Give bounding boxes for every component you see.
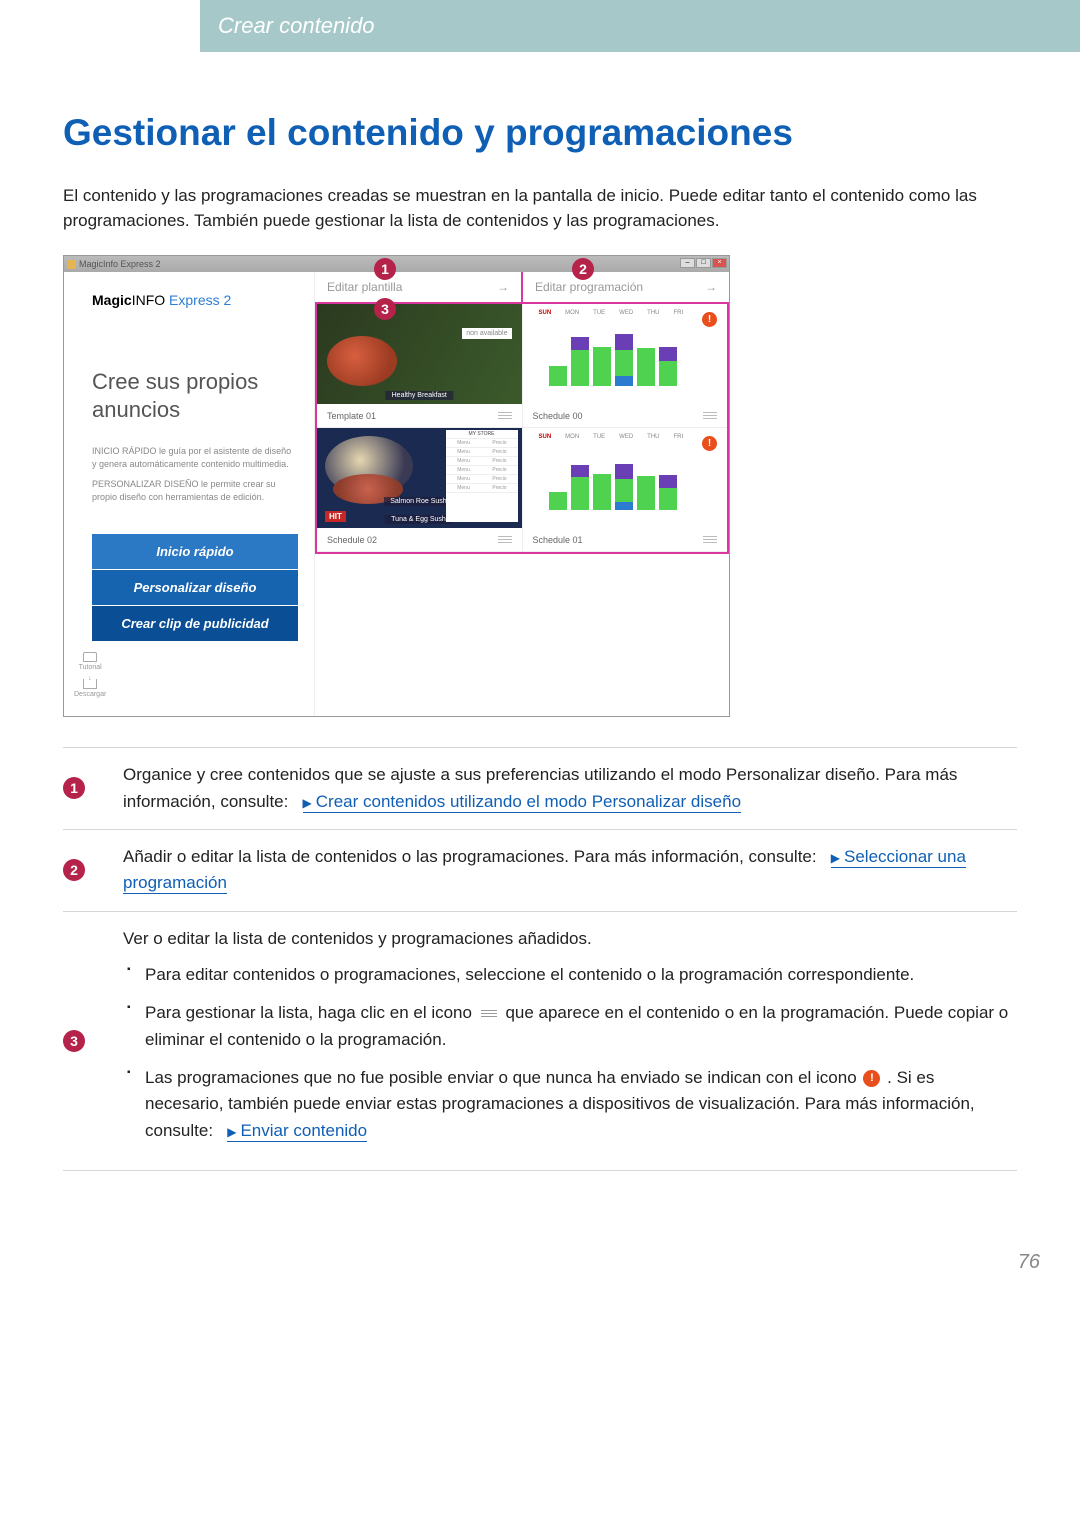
create-ad-clip-button[interactable]: Crear clip de publicidad bbox=[92, 606, 298, 641]
page-title: Gestionar el contenido y programaciones bbox=[63, 112, 1017, 154]
arrow-right-icon: → bbox=[497, 280, 509, 294]
template-card[interactable]: non available Healthy Breakfast Template… bbox=[317, 304, 522, 428]
slogan: Cree sus propios anuncios bbox=[92, 368, 298, 423]
header-bar: Crear contenido bbox=[0, 0, 1080, 52]
desc-customize: PERSONALIZAR DISEÑO le permite crear su … bbox=[92, 478, 298, 503]
schedule-chart-1: SUNMONTUEWEDTHUFRI ! bbox=[523, 428, 728, 528]
intro-text: El contenido y las programaciones creada… bbox=[63, 184, 1017, 233]
window-maximize-button[interactable]: □ bbox=[696, 258, 711, 268]
window-titlebar: MagicInfo Express 2 – □ × bbox=[64, 256, 729, 272]
schedule-card[interactable]: HIT Salmon Roe Sushi Tuna & Egg Sushi MY… bbox=[317, 428, 522, 552]
app-logo: MagicINFO Express 2 bbox=[92, 292, 298, 308]
num-badge-2: 2 bbox=[63, 859, 85, 881]
num-badge-3: 3 bbox=[63, 1030, 85, 1052]
app-icon bbox=[67, 260, 76, 269]
link-customize-design[interactable]: Crear contenidos utilizando el modo Pers… bbox=[303, 792, 741, 813]
app-screenshot: 1 2 3 MagicInfo Express 2 – □ × MagicINF… bbox=[63, 255, 730, 717]
schedule-card[interactable]: SUNMONTUEWEDTHUFRI ! Schedule 01 bbox=[523, 428, 728, 552]
main-area: Editar plantilla→ Editar programación→ n… bbox=[314, 272, 729, 716]
quick-start-button[interactable]: Inicio rápido bbox=[92, 534, 298, 569]
header-tab-blank bbox=[0, 0, 200, 52]
menu-icon[interactable] bbox=[498, 534, 512, 545]
alert-icon: ! bbox=[863, 1070, 880, 1087]
tab-edit-schedule[interactable]: Editar programación→ bbox=[523, 272, 729, 302]
tab-edit-template[interactable]: Editar plantilla→ bbox=[315, 272, 523, 302]
menu-icon[interactable] bbox=[703, 534, 717, 545]
menu-icon[interactable] bbox=[498, 410, 512, 421]
sidebar: MagicINFO Express 2 Cree sus propios anu… bbox=[64, 272, 314, 716]
link-send-content[interactable]: Enviar contenido bbox=[227, 1121, 367, 1142]
page-number: 76 bbox=[0, 1211, 1080, 1294]
arrow-right-icon: → bbox=[705, 280, 717, 294]
schedule-chart-0: SUNMONTUEWEDTHUFRI ! bbox=[523, 304, 728, 404]
schedule-card[interactable]: SUNMONTUEWEDTHUFRI ! Schedule 00 bbox=[523, 304, 728, 428]
menu-icon[interactable] bbox=[703, 410, 717, 421]
num-badge-1: 1 bbox=[63, 777, 85, 799]
tutorial-icon[interactable]: Tutorial bbox=[74, 652, 106, 671]
explanation-table: 1 Organice y cree contenidos que se ajus… bbox=[63, 748, 1017, 1171]
menu-icon bbox=[481, 1008, 497, 1019]
desc-quickstart: INICIO RÁPIDO le guía por el asistente d… bbox=[92, 445, 298, 470]
window-close-button[interactable]: × bbox=[712, 258, 727, 268]
window-title: MagicInfo Express 2 bbox=[79, 259, 161, 269]
customize-design-button[interactable]: Personalizar diseño bbox=[92, 570, 298, 605]
download-icon[interactable]: ↓Descargar bbox=[74, 679, 106, 698]
window-minimize-button[interactable]: – bbox=[680, 258, 695, 268]
breadcrumb: Crear contenido bbox=[200, 13, 375, 39]
